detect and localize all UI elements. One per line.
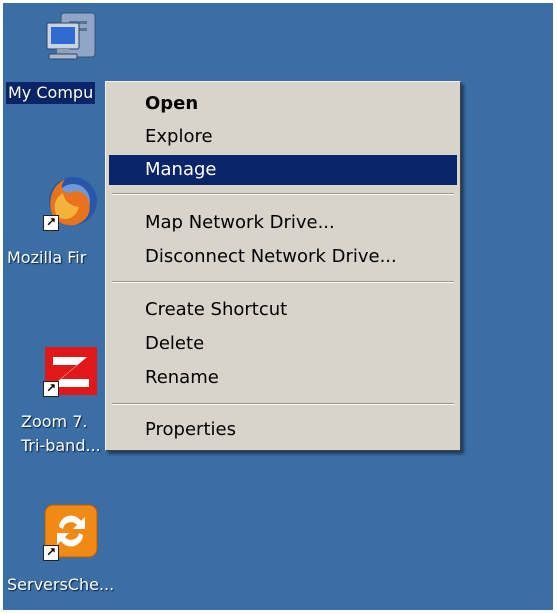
menu-item-properties[interactable]: Properties: [109, 415, 457, 445]
menu-separator: [112, 403, 454, 405]
menu-item-manage[interactable]: Manage: [109, 155, 457, 185]
serverscheck-shortcut[interactable]: ↗ ServersChe...: [3, 493, 133, 603]
menu-item-create-shortcut[interactable]: Create Shortcut: [109, 295, 457, 325]
menu-item-delete[interactable]: Delete: [109, 329, 457, 359]
serverscheck-label: ServersChe...: [7, 575, 115, 594]
menu-item-explore[interactable]: Explore: [109, 122, 457, 152]
shortcut-arrow-icon: ↗: [43, 545, 59, 561]
firefox-label: Mozilla Fir: [7, 248, 87, 267]
shortcut-arrow-icon: ↗: [43, 381, 59, 397]
zoom-label-line1: Zoom 7.: [21, 412, 88, 431]
desktop[interactable]: My Compu ↗ Mozilla Fir ↗ Zoom 7. Tri-ban…: [3, 3, 553, 610]
menu-item-rename[interactable]: Rename: [109, 363, 457, 393]
my-computer-icon: [39, 9, 103, 73]
shortcut-arrow-icon: ↗: [43, 215, 59, 231]
menu-separator: [112, 193, 454, 195]
context-menu: Open Explore Manage Map Network Drive...…: [105, 81, 461, 451]
menu-item-disconnect-network-drive[interactable]: Disconnect Network Drive...: [109, 242, 457, 272]
my-computer-label: My Compu: [6, 82, 96, 104]
menu-separator: [112, 281, 454, 283]
zoom-label-line2: Tri-band...: [21, 436, 101, 455]
menu-item-open[interactable]: Open: [109, 89, 457, 119]
menu-item-map-network-drive[interactable]: Map Network Drive...: [109, 208, 457, 238]
